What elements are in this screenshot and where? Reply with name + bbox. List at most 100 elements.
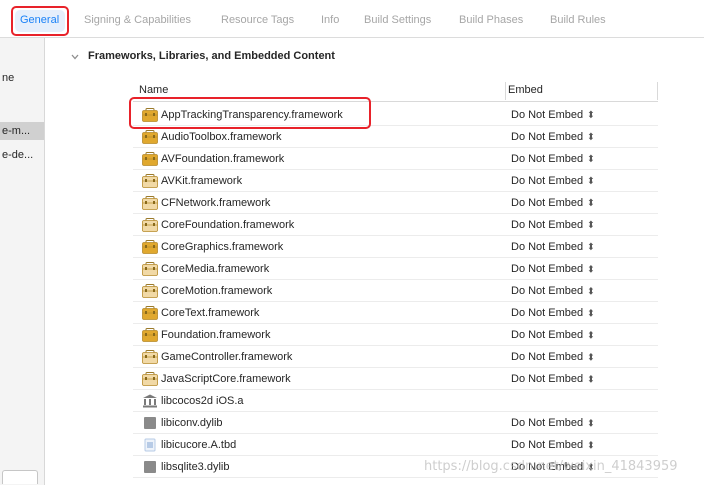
framework-icon — [142, 372, 158, 386]
tbd-icon — [142, 438, 158, 452]
embed-popup-button[interactable]: Do Not Embed ⬍ — [511, 241, 595, 253]
sidebar-item-partial[interactable]: ne — [2, 72, 44, 84]
embed-value: Do Not Embed — [511, 175, 584, 187]
embed-popup-button[interactable]: Do Not Embed ⬍ — [511, 417, 595, 429]
embed-popup-button[interactable]: Do Not Embed ⬍ — [511, 307, 595, 319]
row-name: Foundation.framework — [161, 329, 271, 341]
row-name: AudioToolbox.framework — [161, 131, 282, 143]
embed-value: Do Not Embed — [511, 439, 584, 451]
framework-icon — [142, 240, 158, 254]
row-name: CoreGraphics.framework — [161, 241, 284, 253]
row-name: AVKit.framework — [161, 175, 243, 187]
embed-value: Do Not Embed — [511, 307, 584, 319]
column-header-embed[interactable]: Embed — [508, 84, 543, 96]
embed-value: Do Not Embed — [511, 351, 584, 363]
up-down-chevron-icon: ⬍ — [587, 197, 595, 209]
sidebar-item-target-1[interactable]: e-m... — [2, 125, 44, 137]
table-row[interactable]: Foundation.framework Do Not Embed ⬍ — [133, 324, 658, 346]
section-title: Frameworks, Libraries, and Embedded Cont… — [88, 50, 335, 62]
table-row[interactable]: AudioToolbox.framework Do Not Embed ⬍ — [133, 126, 658, 148]
embed-popup-button[interactable]: Do Not Embed ⬍ — [511, 153, 595, 165]
column-divider — [657, 82, 658, 100]
row-name: libcocos2d iOS.a — [161, 395, 244, 407]
tab-build-rules[interactable]: Build Rules — [550, 14, 606, 26]
embed-popup-button[interactable]: Do Not Embed ⬍ — [511, 197, 595, 209]
up-down-chevron-icon: ⬍ — [587, 175, 595, 187]
row-name: CoreText.framework — [161, 307, 260, 319]
framework-icon — [142, 306, 158, 320]
dylib-icon — [142, 460, 158, 474]
framework-icon — [142, 328, 158, 342]
row-name: JavaScriptCore.framework — [161, 373, 291, 385]
embed-value: Do Not Embed — [511, 153, 584, 165]
table-row[interactable]: CoreFoundation.framework Do Not Embed ⬍ — [133, 214, 658, 236]
embed-value: Do Not Embed — [511, 197, 584, 209]
embed-popup-button[interactable]: Do Not Embed ⬍ — [511, 351, 595, 363]
framework-icon — [142, 284, 158, 298]
up-down-chevron-icon: ⬍ — [587, 285, 595, 297]
up-down-chevron-icon: ⬍ — [587, 373, 595, 385]
table-row[interactable]: CoreMedia.framework Do Not Embed ⬍ — [133, 258, 658, 280]
sidebar-item-target-2[interactable]: e-de... — [2, 149, 44, 161]
up-down-chevron-icon: ⬍ — [587, 131, 595, 143]
frameworks-table: Name Embed AppTrackingTransparency.frame… — [133, 82, 658, 485]
row-name: CoreMotion.framework — [161, 285, 273, 297]
row-name: libiconv.dylib — [161, 417, 223, 429]
column-header-name[interactable]: Name — [139, 84, 168, 96]
up-down-chevron-icon: ⬍ — [587, 351, 595, 363]
table-row[interactable]: AVFoundation.framework Do Not Embed ⬍ — [133, 148, 658, 170]
editor-tab-bar: General Signing & Capabilities Resource … — [0, 0, 704, 38]
table-row[interactable]: libicucore.A.tbd Do Not Embed ⬍ — [133, 434, 658, 456]
embed-popup-button[interactable]: Do Not Embed ⬍ — [511, 219, 595, 231]
table-row[interactable]: CoreGraphics.framework Do Not Embed ⬍ — [133, 236, 658, 258]
library-icon — [142, 394, 158, 408]
embed-value: Do Not Embed — [511, 263, 584, 275]
table-row[interactable]: libiconv.dylib Do Not Embed ⬍ — [133, 412, 658, 434]
up-down-chevron-icon: ⬍ — [587, 109, 595, 121]
tab-resource-tags[interactable]: Resource Tags — [221, 14, 294, 26]
framework-icon — [142, 262, 158, 276]
framework-icon — [142, 152, 158, 166]
tab-signing-capabilities[interactable]: Signing & Capabilities — [84, 14, 191, 26]
project-sidebar: ne e-m... e-de... — [0, 38, 45, 485]
embed-popup-button[interactable]: Do Not Embed ⬍ — [511, 439, 595, 451]
row-name: CFNetwork.framework — [161, 197, 271, 209]
table-row[interactable]: GameController.framework Do Not Embed ⬍ — [133, 346, 658, 368]
row-name: libicucore.A.tbd — [161, 439, 237, 451]
highlight-box-general — [11, 6, 69, 36]
up-down-chevron-icon: ⬍ — [587, 219, 595, 231]
embed-popup-button[interactable]: Do Not Embed ⬍ — [511, 131, 595, 143]
row-name: CoreMedia.framework — [161, 263, 270, 275]
table-row[interactable]: libcocos2d iOS.a — [133, 390, 658, 412]
table-body: AppTrackingTransparency.framework Do Not … — [133, 104, 658, 478]
chevron-down-icon[interactable] — [70, 52, 80, 62]
embed-value: Do Not Embed — [511, 131, 584, 143]
framework-icon — [142, 350, 158, 364]
up-down-chevron-icon: ⬍ — [587, 153, 595, 165]
table-row[interactable]: CFNetwork.framework Do Not Embed ⬍ — [133, 192, 658, 214]
watermark: https://blog.csdn.net/weixin_41843959 — [424, 459, 678, 474]
embed-value: Do Not Embed — [511, 373, 584, 385]
tab-build-settings[interactable]: Build Settings — [364, 14, 431, 26]
table-row[interactable]: CoreText.framework Do Not Embed ⬍ — [133, 302, 658, 324]
dylib-icon — [142, 416, 158, 430]
highlight-box-apptracking — [129, 97, 371, 129]
embed-popup-button[interactable]: Do Not Embed ⬍ — [511, 285, 595, 297]
embed-popup-button[interactable]: Do Not Embed ⬍ — [511, 263, 595, 275]
table-row[interactable]: CoreMotion.framework Do Not Embed ⬍ — [133, 280, 658, 302]
sidebar-add-button[interactable] — [2, 470, 38, 484]
embed-popup-button[interactable]: Do Not Embed ⬍ — [511, 373, 595, 385]
embed-popup-button[interactable]: Do Not Embed ⬍ — [511, 109, 595, 121]
up-down-chevron-icon: ⬍ — [587, 329, 595, 341]
embed-value: Do Not Embed — [511, 417, 584, 429]
framework-icon — [142, 130, 158, 144]
row-name: CoreFoundation.framework — [161, 219, 295, 231]
framework-icon — [142, 174, 158, 188]
table-row[interactable]: JavaScriptCore.framework Do Not Embed ⬍ — [133, 368, 658, 390]
tab-build-phases[interactable]: Build Phases — [459, 14, 523, 26]
tab-info[interactable]: Info — [321, 14, 339, 26]
embed-popup-button[interactable]: Do Not Embed ⬍ — [511, 175, 595, 187]
embed-value: Do Not Embed — [511, 109, 584, 121]
embed-popup-button[interactable]: Do Not Embed ⬍ — [511, 329, 595, 341]
table-row[interactable]: AVKit.framework Do Not Embed ⬍ — [133, 170, 658, 192]
